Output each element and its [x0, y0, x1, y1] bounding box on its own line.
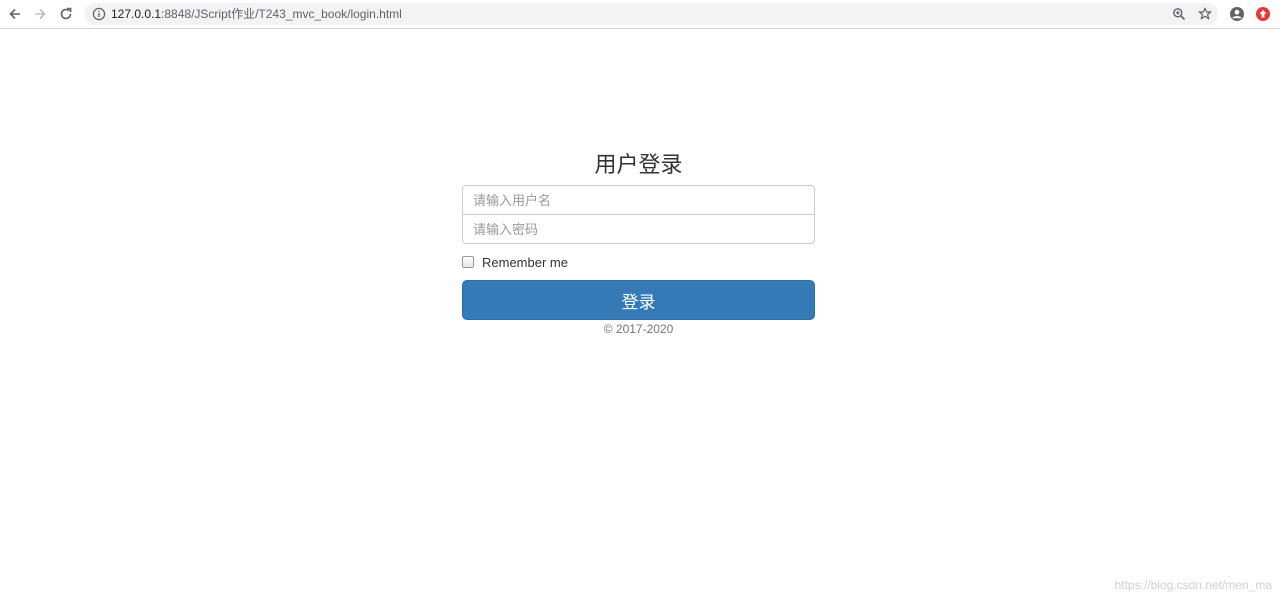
- back-arrow-icon: [9, 8, 20, 20]
- url-path: :8848/JScript作业/T243_mvc_book/login.html: [161, 7, 402, 21]
- page-title: 用户登录: [594, 152, 683, 177]
- remember-me-row[interactable]: Remember me: [462, 254, 815, 270]
- account-icon[interactable]: [1229, 6, 1245, 22]
- remember-me-checkbox[interactable]: [462, 256, 474, 268]
- reload-button[interactable]: [57, 5, 75, 23]
- forward-button[interactable]: [31, 5, 49, 23]
- password-input[interactable]: [462, 214, 815, 244]
- zoom-icon[interactable]: [1172, 7, 1186, 21]
- browser-toolbar: 127.0.0.1:8848/JScript作业/T243_mvc_book/l…: [0, 0, 1280, 29]
- watermark: https://blog.csdn.net/men_ma: [1114, 578, 1272, 592]
- address-bar[interactable]: 127.0.0.1:8848/JScript作业/T243_mvc_book/l…: [84, 3, 1218, 25]
- remember-me-label: Remember me: [482, 254, 568, 270]
- url-host: 127.0.0.1: [111, 7, 162, 21]
- extension-icon[interactable]: [1255, 6, 1271, 22]
- login-form: 用户登录 Remember me 登录 © 2017-2020: [462, 146, 815, 348]
- back-button[interactable]: [6, 5, 24, 23]
- username-input[interactable]: [462, 185, 815, 215]
- url-text[interactable]: 127.0.0.1:8848/JScript作业/T243_mvc_book/l…: [111, 7, 402, 21]
- reload-icon: [60, 7, 72, 20]
- forward-arrow-icon: [35, 8, 46, 20]
- info-icon[interactable]: [92, 7, 106, 21]
- login-button[interactable]: 登录: [462, 280, 815, 320]
- star-icon[interactable]: [1198, 7, 1212, 21]
- copyright-text: © 2017-2020: [603, 322, 674, 336]
